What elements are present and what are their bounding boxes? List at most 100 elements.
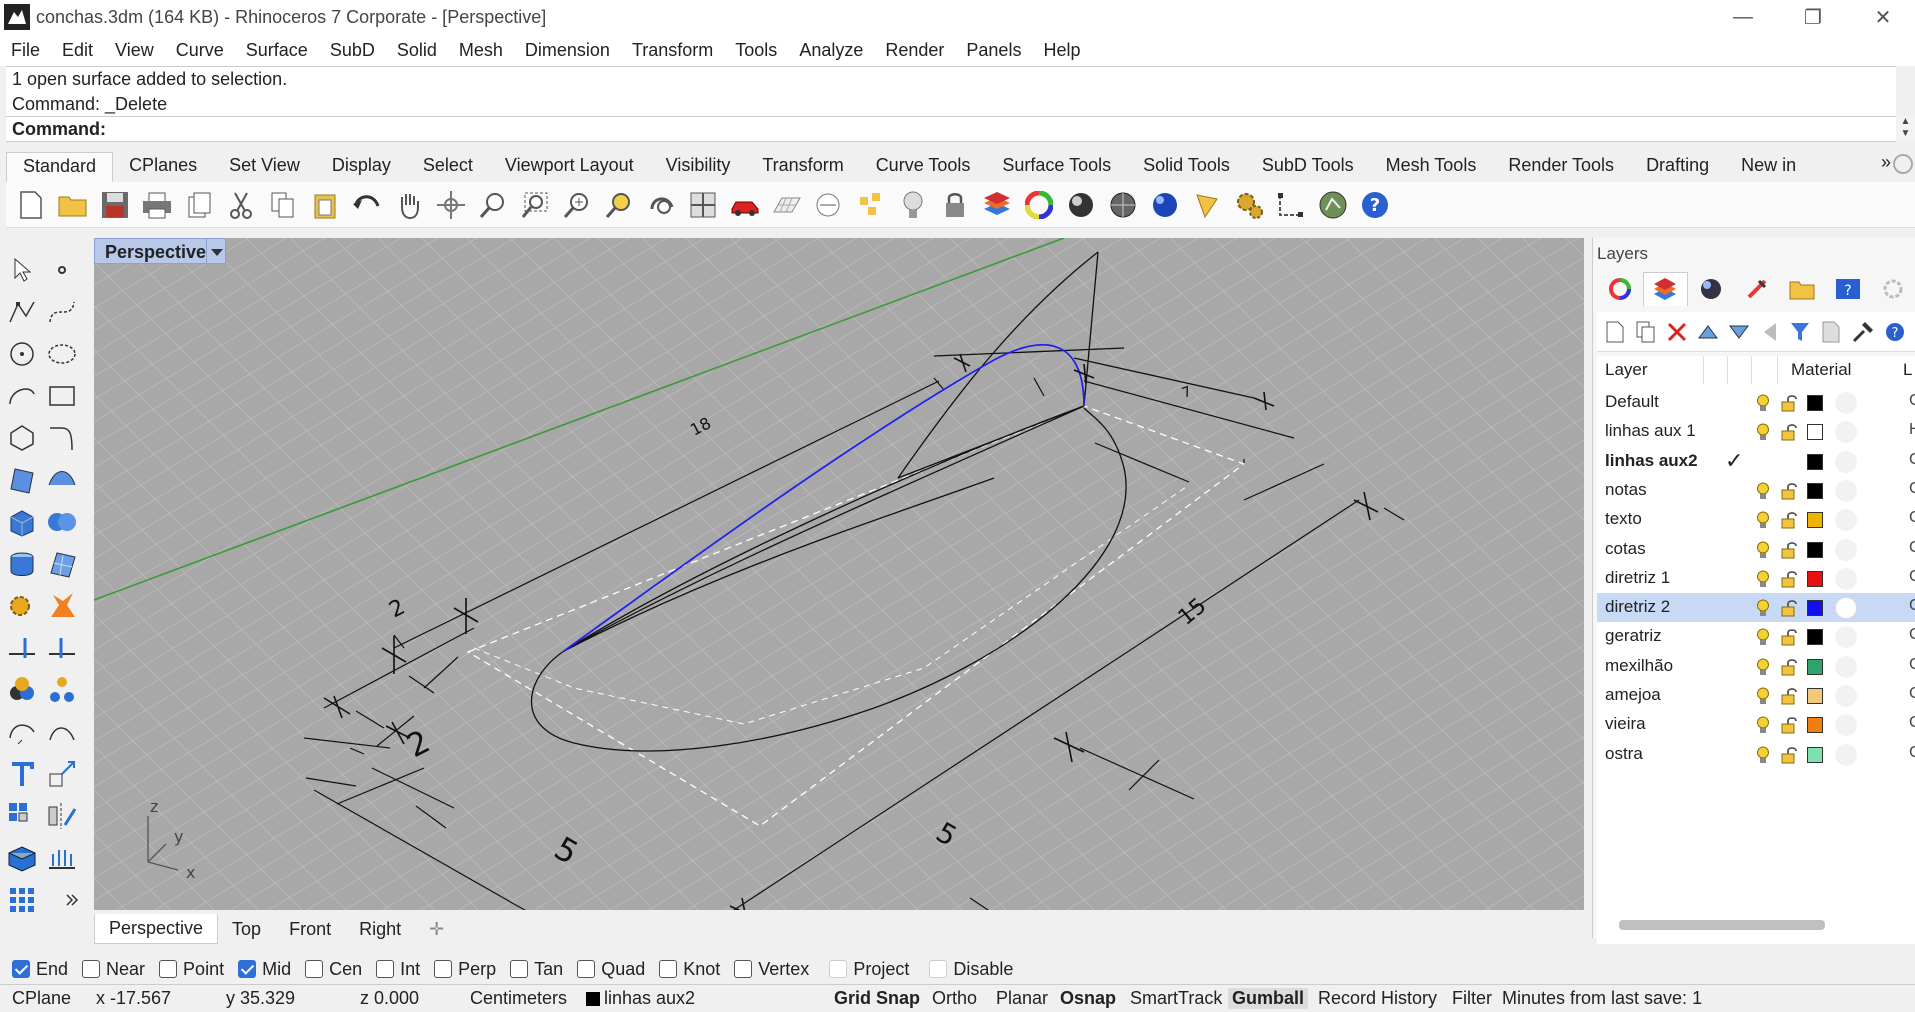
layers-panel-icon[interactable] — [980, 188, 1014, 222]
rectangle-icon[interactable] — [46, 380, 78, 412]
layer-color-swatch[interactable] — [1807, 658, 1823, 675]
viewport-canvas[interactable]: 18 2 2 5 5 15 7 z y x — [94, 238, 1584, 910]
boolean-union-icon[interactable] — [46, 506, 78, 538]
layer-row[interactable]: diretriz 2 C — [1597, 593, 1915, 623]
toolbar-tab-viewport-layout[interactable]: Viewport Layout — [489, 152, 650, 182]
layer-color-swatch[interactable] — [1807, 570, 1823, 587]
layer-name[interactable]: amejoa — [1605, 685, 1661, 705]
move-layer-up-icon[interactable] — [1697, 321, 1718, 343]
layer-lock-icon[interactable] — [1781, 746, 1797, 764]
viewport-tab-top[interactable]: Top — [218, 915, 275, 944]
toolbar-tab-drafting[interactable]: Drafting — [1630, 152, 1725, 182]
delete-layer-icon[interactable] — [1667, 321, 1687, 343]
zoom-extents-icon[interactable] — [560, 188, 594, 222]
point-icon[interactable] — [46, 254, 78, 286]
layer-visibility-bulb-icon[interactable] — [1756, 687, 1770, 705]
palette-expand-chevron-icon[interactable] — [56, 884, 88, 916]
layer-visibility-bulb-icon[interactable] — [1756, 541, 1770, 559]
osnap-disable[interactable]: Disable — [929, 959, 1013, 980]
osnap-checkbox[interactable] — [929, 960, 948, 978]
layer-row[interactable]: cotas C — [1597, 535, 1915, 564]
layer-list-horizontal-scrollbar[interactable] — [1619, 920, 1825, 930]
layer-tools-hammer-icon[interactable] — [1852, 321, 1874, 343]
point-object-icon[interactable] — [854, 188, 888, 222]
planar-toggle[interactable]: Planar — [996, 988, 1048, 1009]
osnap-checkbox[interactable] — [734, 960, 753, 978]
polygon-icon[interactable] — [6, 422, 38, 454]
osnap-checkbox[interactable] — [159, 960, 178, 978]
paste-icon[interactable] — [308, 188, 342, 222]
layer-name[interactable]: diretriz 1 — [1605, 568, 1670, 588]
box-solid-icon[interactable] — [6, 506, 38, 538]
copy-icon[interactable] — [266, 188, 300, 222]
layers-help-icon[interactable]: ? — [1885, 321, 1905, 343]
menu-help[interactable]: Help — [1032, 40, 1091, 61]
layer-row[interactable]: linhas aux2 ✓ C — [1597, 447, 1915, 476]
shaded-sphere-icon[interactable] — [1064, 188, 1098, 222]
osnap-checkbox[interactable] — [82, 960, 101, 978]
osnap-checkbox[interactable] — [238, 960, 257, 978]
blend-curve-icon[interactable] — [46, 716, 78, 748]
panel-options-gear-icon[interactable] — [1870, 272, 1915, 306]
print-icon[interactable] — [140, 188, 174, 222]
viewport-tab-front[interactable]: Front — [275, 915, 345, 944]
help-panel-tab-icon[interactable] — [1734, 272, 1780, 306]
units-label[interactable]: Centimeters — [470, 988, 567, 1009]
viewport-tab-perspective[interactable]: Perspective — [94, 914, 219, 944]
osnap-point[interactable]: Point — [159, 959, 224, 980]
cplane-grid-icon[interactable] — [770, 188, 804, 222]
distance-icon[interactable] — [812, 188, 846, 222]
menu-file[interactable]: File — [0, 40, 51, 61]
cplane-label[interactable]: CPlane — [12, 988, 71, 1009]
options-gear-icon[interactable] — [1232, 188, 1266, 222]
trim-icon[interactable] — [46, 632, 78, 664]
rotate-view-icon[interactable] — [434, 188, 468, 222]
osnap-project[interactable]: Project — [829, 959, 909, 980]
help-icon[interactable]: ? — [1358, 188, 1392, 222]
surface-from-points-icon[interactable] — [6, 464, 38, 496]
perspective-viewport[interactable]: 18 2 2 5 5 15 7 z y x — [94, 238, 1584, 910]
export-icon[interactable] — [182, 188, 216, 222]
move-layer-parent-icon[interactable] — [1760, 321, 1780, 343]
toolbar-tab-cplanes[interactable]: CPlanes — [113, 152, 213, 182]
layer-name[interactable]: mexilhão — [1605, 656, 1673, 676]
material-column-header[interactable]: Material — [1791, 360, 1851, 380]
layers-panel-tab-icon[interactable] — [1642, 272, 1689, 306]
light-bulb-icon[interactable] — [896, 188, 930, 222]
layer-states-icon[interactable] — [1821, 321, 1841, 343]
toolbar-tab-visibility[interactable]: Visibility — [650, 152, 747, 182]
layer-lock-icon[interactable] — [1781, 658, 1797, 676]
grid-dots-icon[interactable] — [6, 884, 38, 916]
move-layer-down-icon[interactable] — [1728, 321, 1749, 343]
transform-gear-icon[interactable] — [6, 590, 38, 622]
layer-color-swatch[interactable] — [1807, 688, 1823, 704]
layer-row[interactable]: ostra C — [1597, 740, 1915, 769]
scale-icon[interactable] — [46, 758, 78, 790]
new-file-icon[interactable] — [14, 188, 48, 222]
current-layer-label[interactable]: linhas aux2 — [604, 988, 695, 1009]
help-topic-panel-tab-icon[interactable]: ? — [1825, 272, 1871, 306]
osnap-near[interactable]: Near — [82, 959, 145, 980]
zoom-window-icon[interactable] — [518, 188, 552, 222]
layer-name[interactable]: linhas aux 1 — [1605, 421, 1696, 441]
menu-render[interactable]: Render — [874, 40, 955, 61]
layer-lock-icon[interactable] — [1781, 423, 1797, 441]
layer-color-swatch[interactable] — [1807, 629, 1823, 646]
select-filter-icon[interactable] — [1190, 188, 1224, 222]
layer-color-swatch[interactable] — [1807, 453, 1823, 470]
block-icon[interactable] — [6, 842, 38, 874]
layer-lock-icon[interactable] — [1781, 570, 1797, 588]
layer-material-swatch[interactable] — [1835, 567, 1857, 590]
osnap-checkbox[interactable] — [659, 960, 678, 978]
zoom-icon[interactable] — [476, 188, 510, 222]
offset-curve-icon[interactable] — [6, 716, 38, 748]
fillet-curve-icon[interactable] — [46, 422, 78, 454]
osnap-checkbox[interactable] — [434, 960, 453, 978]
menu-panels[interactable]: Panels — [955, 40, 1032, 61]
layer-visibility-bulb-icon[interactable] — [1756, 394, 1770, 412]
named-view-car-icon[interactable] — [728, 188, 762, 222]
select-arrow-icon[interactable] — [6, 254, 38, 286]
menu-surface[interactable]: Surface — [235, 40, 319, 61]
layer-visibility-bulb-icon[interactable] — [1756, 570, 1770, 588]
explode-icon[interactable] — [46, 590, 78, 622]
